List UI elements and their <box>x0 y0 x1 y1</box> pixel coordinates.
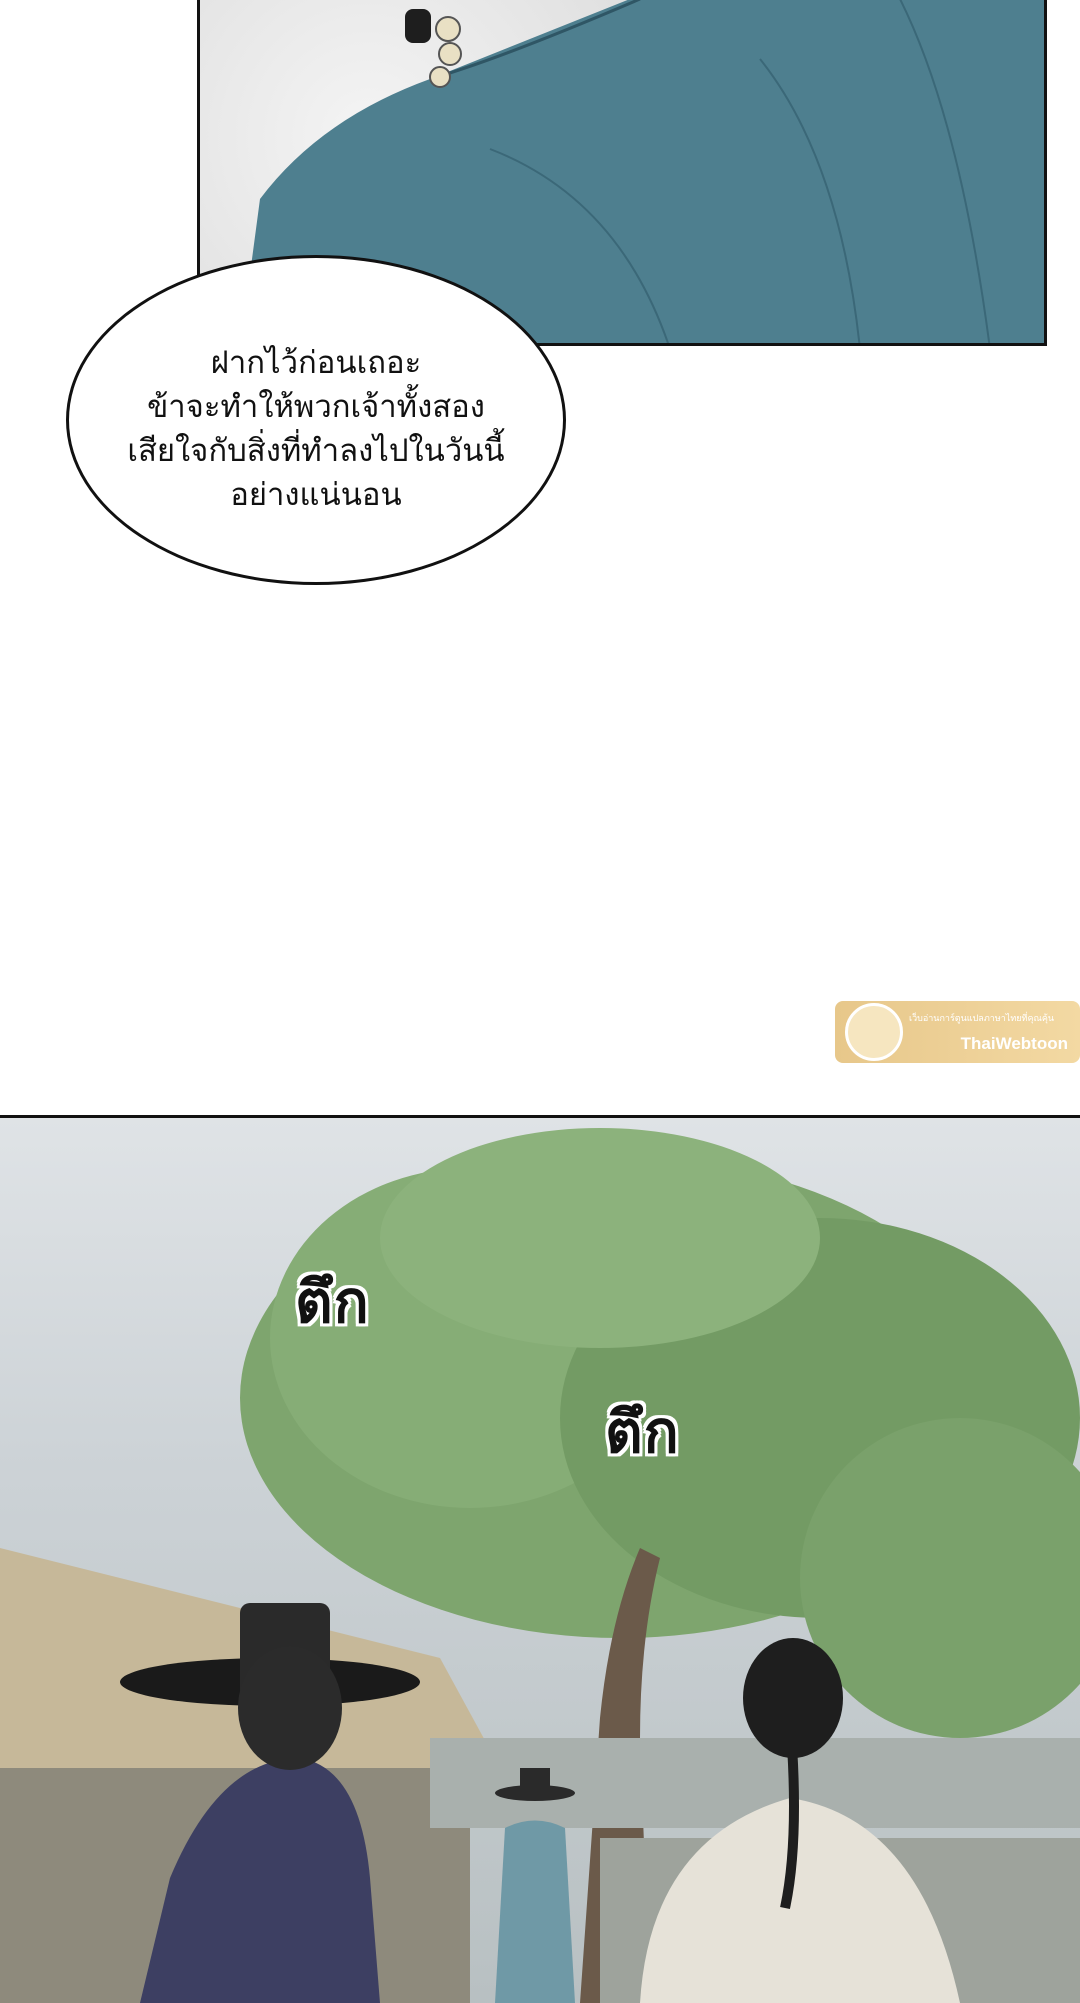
panel-bottom <box>0 1115 1080 2003</box>
sound-effect: ตึก <box>605 1398 680 1466</box>
speech-bubble: ฝากไว้ก่อนเถอะ ข้าจะทำให้พวกเจ้าทั้งสอง … <box>66 255 566 585</box>
thaiwebtoon-logo <box>845 1003 903 1061</box>
thaiwebtoon-watermark: เว็บอ่านการ์ตูนแปลภาษาไทยที่คุณคุ้น Thai… <box>835 1001 1080 1063</box>
watermark-tagline: เว็บอ่านการ์ตูนแปลภาษาไทยที่คุณคุ้น <box>909 1013 1054 1023</box>
courtyard-scene-illustration <box>0 1128 1080 2003</box>
sound-effect: ตึก <box>295 1268 370 1336</box>
watermark-brand: ThaiWebtoon <box>960 1034 1068 1053</box>
speech-bubble-text: ฝากไว้ก่อนเถอะ ข้าจะทำให้พวกเจ้าทั้งสอง … <box>127 345 505 513</box>
